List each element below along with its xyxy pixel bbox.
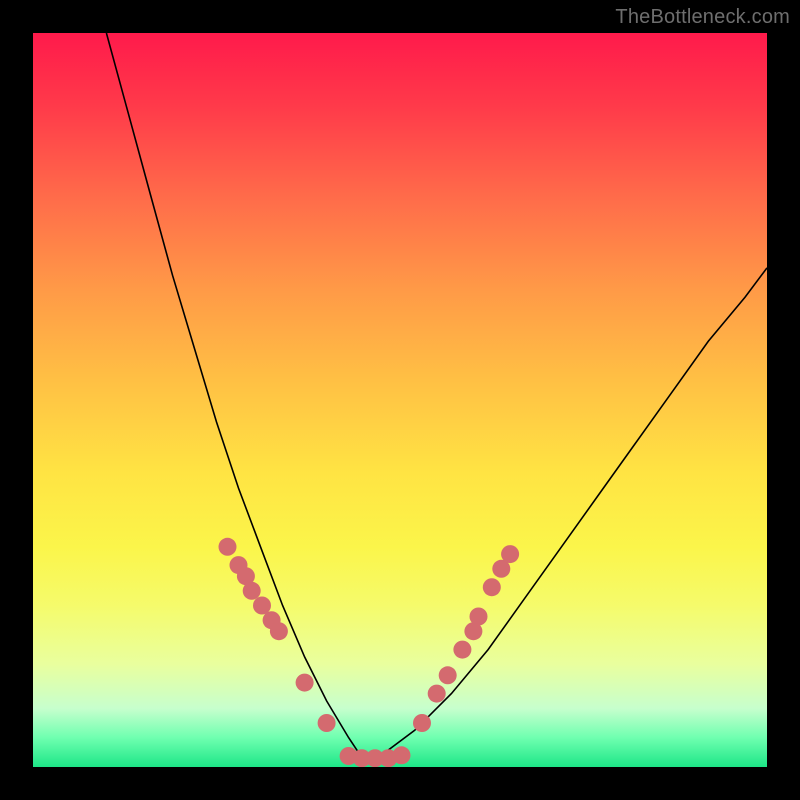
data-dot [501, 545, 519, 563]
data-dot [439, 666, 457, 684]
data-dot [453, 641, 471, 659]
data-dot [243, 582, 261, 600]
data-dot [318, 714, 336, 732]
data-dot [470, 608, 488, 626]
data-dot [428, 685, 446, 703]
curve-layer [33, 33, 767, 767]
data-dot [483, 578, 501, 596]
data-dot [253, 597, 271, 615]
right-curve [363, 268, 767, 760]
data-dots [219, 538, 520, 767]
data-dot [393, 746, 411, 764]
data-dot [219, 538, 237, 556]
left-curve [106, 33, 363, 760]
data-dot [296, 674, 314, 692]
data-dot [413, 714, 431, 732]
chart-frame: TheBottleneck.com [0, 0, 800, 800]
watermark-label: TheBottleneck.com [615, 6, 790, 29]
plot-area [33, 33, 767, 767]
data-dot [270, 622, 288, 640]
